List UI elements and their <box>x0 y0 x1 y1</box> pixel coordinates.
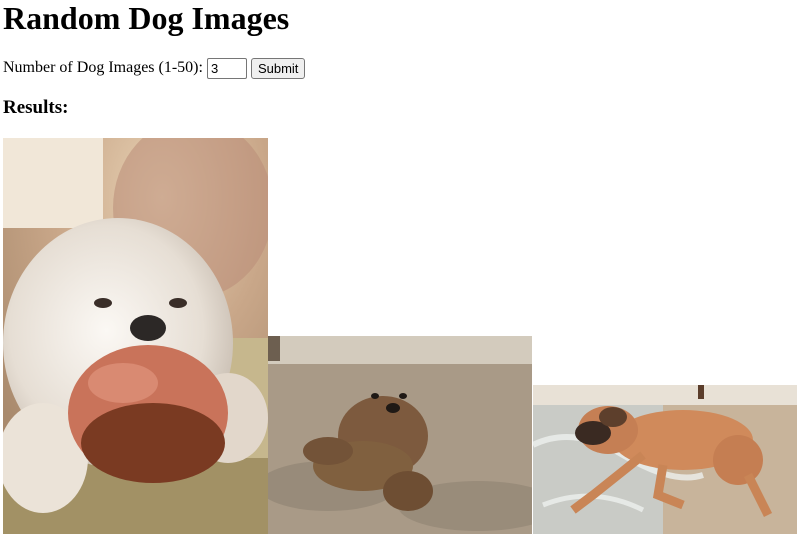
dog-count-input[interactable] <box>206 57 247 79</box>
dog-image-2 <box>268 336 532 534</box>
page-title: Random Dog Images <box>3 0 290 36</box>
dog-count-label: Number of Dog Images (1-50): <box>3 59 203 76</box>
dog-image-3 <box>533 385 797 534</box>
dog-count-form: Number of Dog Images (1-50): Submit <box>3 57 306 79</box>
dog-image-1 <box>3 138 268 534</box>
page: Random Dog Images Number of Dog Images (… <box>3 0 798 534</box>
submit-button[interactable]: Submit <box>250 57 306 79</box>
results-heading: Results: <box>3 97 69 118</box>
